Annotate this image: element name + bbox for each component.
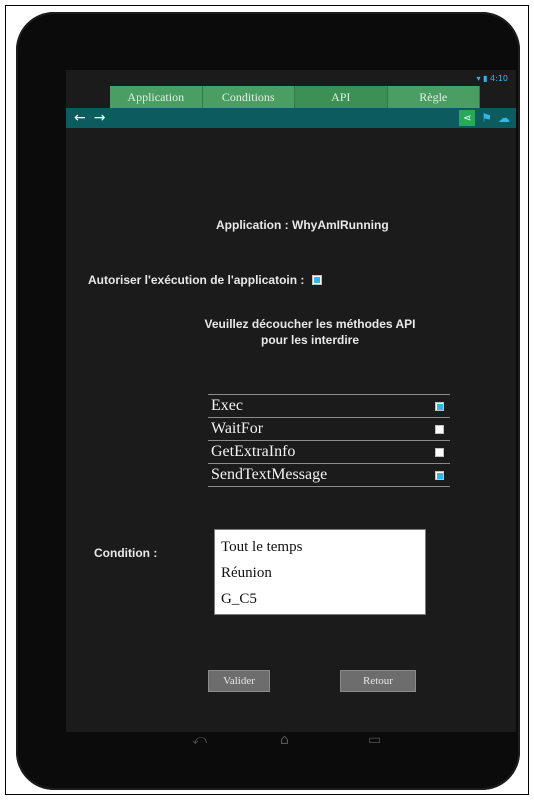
retour-button[interactable]: Retour <box>340 670 416 692</box>
instructions-line-2: pour les interdire <box>260 333 360 347</box>
api-method-name: Exec <box>211 397 243 414</box>
condition-option[interactable]: Réunion <box>215 560 425 586</box>
flag-icon[interactable]: ⚑ <box>481 111 492 125</box>
api-row-exec: Exec <box>208 395 450 418</box>
action-bar: ← → ⋖ ⚑ ☁ <box>66 108 516 128</box>
api-method-name: GetExtraInfo <box>211 443 296 460</box>
api-checkbox-getextrainfo[interactable] <box>435 447 444 457</box>
application-title: Application : WhyAmIRunning <box>216 218 389 232</box>
instructions-line-1: Veuillez découcher les méthodes API <box>204 317 416 331</box>
api-instructions: Veuillez découcher les méthodes API pour… <box>170 316 450 348</box>
tab-application[interactable]: Application <box>110 86 203 108</box>
tab-conditions[interactable]: Conditions <box>202 86 295 108</box>
condition-option[interactable]: G_C5 <box>215 586 425 612</box>
api-method-list: Exec WaitFor GetExtraInfo SendTextMessag… <box>208 390 450 487</box>
condition-list[interactable]: Tout le temps Réunion G_C5 <box>214 529 426 615</box>
battery-icon: ▮ <box>483 74 488 83</box>
tab-bar: Application Conditions API Règle <box>110 86 480 108</box>
tab-api[interactable]: API <box>295 86 388 108</box>
back-icon[interactable]: ⤺ <box>192 732 207 748</box>
api-checkbox-sendtextmessage[interactable] <box>435 470 444 480</box>
autoriser-checkbox[interactable] <box>312 275 323 285</box>
autoriser-label: Autoriser l'exécution de l'applicatoin : <box>88 273 305 287</box>
autoriser-row: Autoriser l'exécution de l'applicatoin : <box>88 273 323 287</box>
share-icon[interactable]: ⋖ <box>459 110 476 126</box>
api-row-sendtextmessage: SendTextMessage <box>208 464 450 487</box>
action-bar-actions: ⋖ ⚑ ☁ <box>459 110 510 126</box>
tablet-device: ▾ ▮ 4:10 Application Conditions API Règl… <box>16 12 520 790</box>
api-checkbox-exec[interactable] <box>435 401 444 411</box>
system-nav-bar: ⤺ ⌂ ▭ <box>66 732 516 750</box>
valider-button[interactable]: Valider <box>208 670 270 692</box>
signal-icon: ▾ <box>476 74 481 83</box>
api-method-name: SendTextMessage <box>211 466 328 483</box>
condition-option[interactable]: Tout le temps <box>215 534 425 560</box>
app-screen: ▾ ▮ 4:10 Application Conditions API Règl… <box>66 70 516 750</box>
status-time: 4:10 <box>490 74 508 83</box>
arrow-right-icon[interactable]: → <box>94 111 106 125</box>
api-checkbox-waitfor[interactable] <box>435 424 444 434</box>
arrow-left-icon[interactable]: ← <box>74 111 86 125</box>
api-method-name: WaitFor <box>211 420 264 437</box>
condition-label: Condition : <box>94 546 158 560</box>
recent-apps-icon[interactable]: ▭ <box>368 732 381 748</box>
cloud-icon[interactable]: ☁ <box>498 111 510 125</box>
api-row-getextrainfo: GetExtraInfo <box>208 441 450 464</box>
home-icon[interactable]: ⌂ <box>280 732 289 748</box>
api-row-waitfor: WaitFor <box>208 418 450 441</box>
status-bar: ▾ ▮ 4:10 <box>477 74 508 83</box>
tab-regle[interactable]: Règle <box>387 86 480 108</box>
